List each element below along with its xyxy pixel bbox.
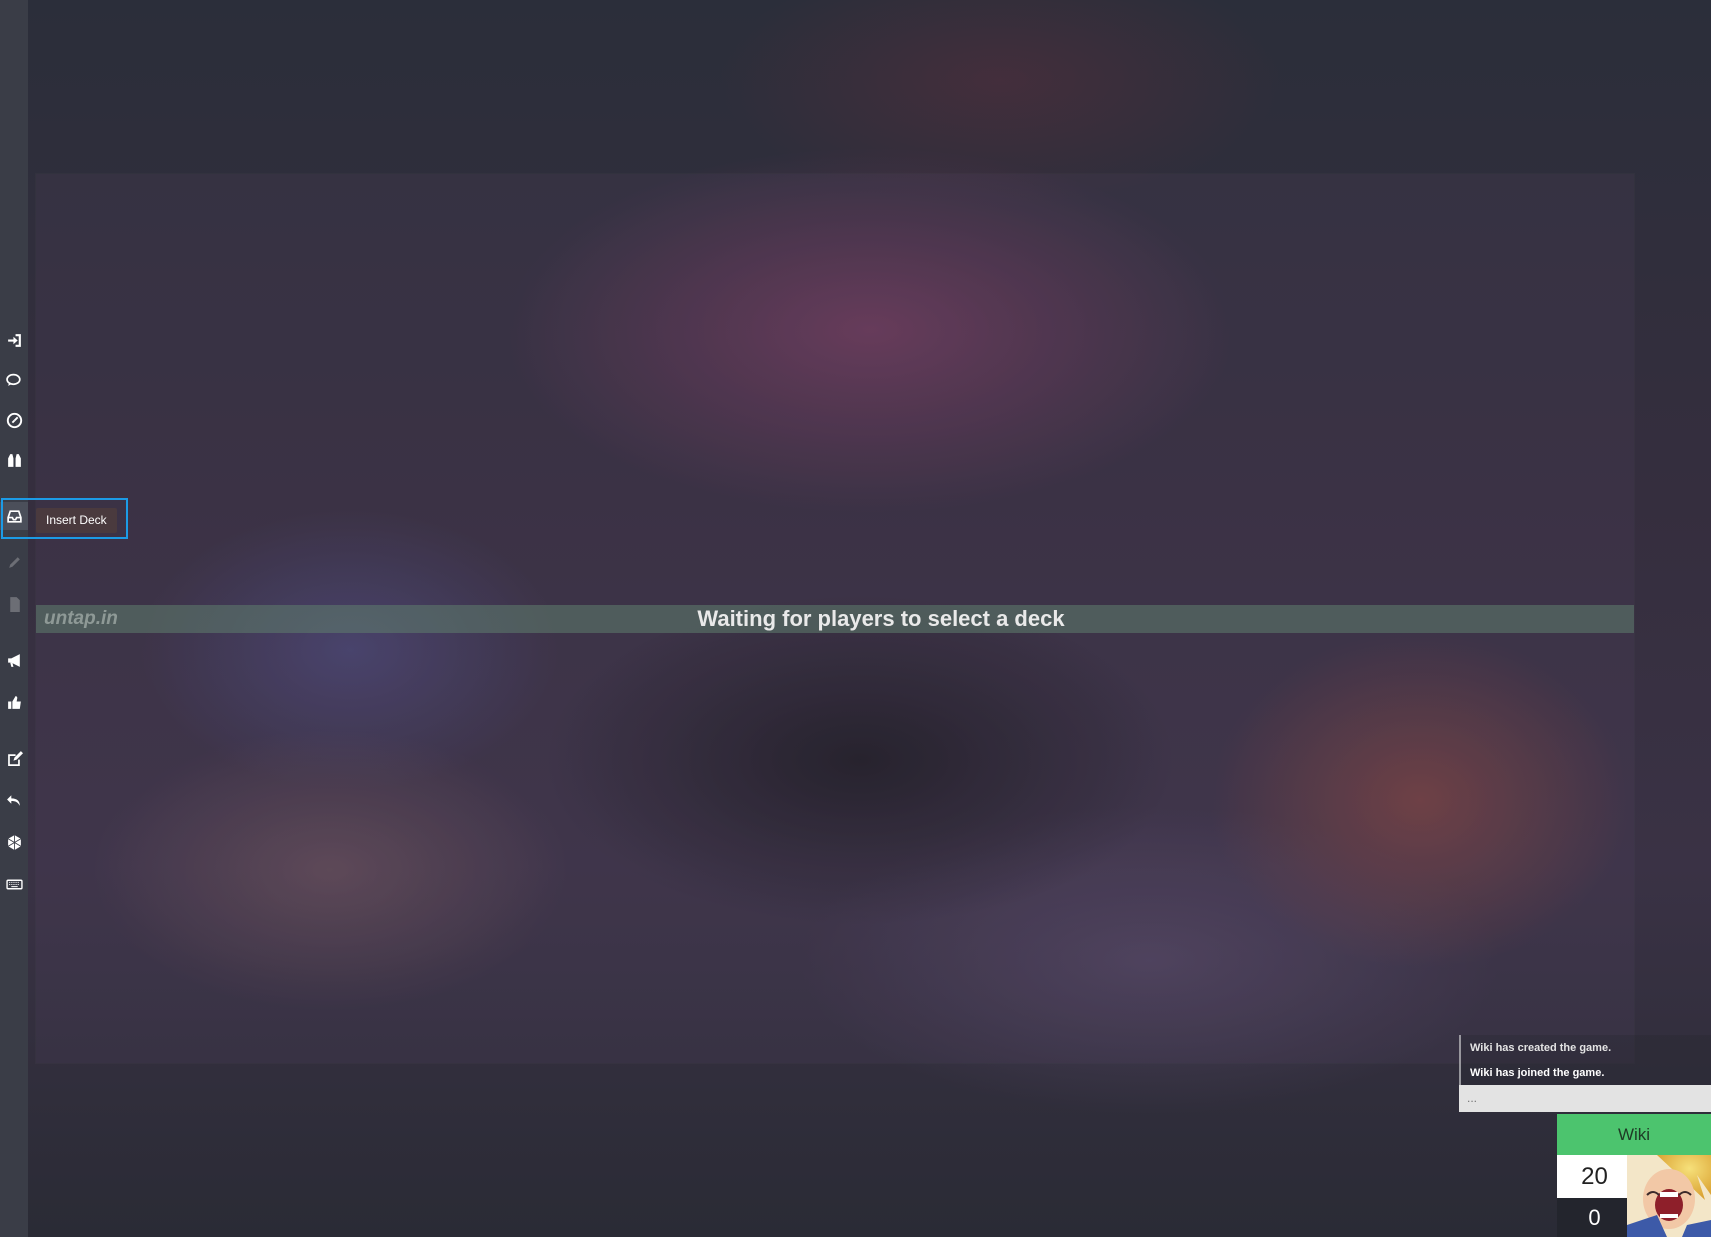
dice-icon: [7, 834, 21, 850]
chat-log: Wiki has created the game. Wiki has join…: [1459, 1035, 1711, 1085]
player-panel: Wiki 20 0: [1557, 1114, 1711, 1237]
binoculars-icon: [7, 453, 21, 467]
sign-in-icon: [7, 333, 21, 347]
player-name[interactable]: Wiki: [1557, 1114, 1711, 1155]
spectate-button[interactable]: [0, 446, 28, 474]
undo-icon: [6, 794, 20, 806]
edit-button[interactable]: [0, 548, 28, 576]
bullhorn-icon: [7, 653, 20, 667]
comments-icon: [5, 373, 21, 386]
poison-counter[interactable]: 0: [1557, 1198, 1632, 1237]
undo-button[interactable]: [0, 786, 28, 814]
announce-button[interactable]: [0, 646, 28, 674]
file-icon: [9, 596, 20, 612]
leave-game-button[interactable]: [0, 326, 28, 354]
dice-button[interactable]: [0, 828, 28, 856]
shortcuts-button[interactable]: [0, 870, 28, 898]
chat-message: Wiki has created the game.: [1470, 1042, 1612, 1054]
pencil-icon: [8, 556, 20, 568]
like-button[interactable]: [0, 688, 28, 716]
sideboard-button[interactable]: [0, 590, 28, 618]
life-counter[interactable]: 20: [1557, 1155, 1632, 1198]
sidebar-toolbar: [0, 0, 28, 1237]
insert-deck-tooltip: Insert Deck: [36, 508, 117, 533]
clock-icon: [6, 412, 22, 428]
notes-button[interactable]: [0, 744, 28, 772]
thumbs-up-icon: [7, 695, 21, 709]
timer-button[interactable]: [0, 406, 28, 434]
chat-message: Wiki has joined the game.: [1470, 1067, 1605, 1079]
status-message: Waiting for players to select a deck: [697, 606, 1065, 631]
keyboard-icon: [5, 879, 23, 889]
chat-button[interactable]: [0, 366, 28, 394]
edit-icon: [7, 750, 23, 766]
chat-input[interactable]: [1459, 1085, 1711, 1112]
player-avatar[interactable]: [1627, 1155, 1711, 1237]
